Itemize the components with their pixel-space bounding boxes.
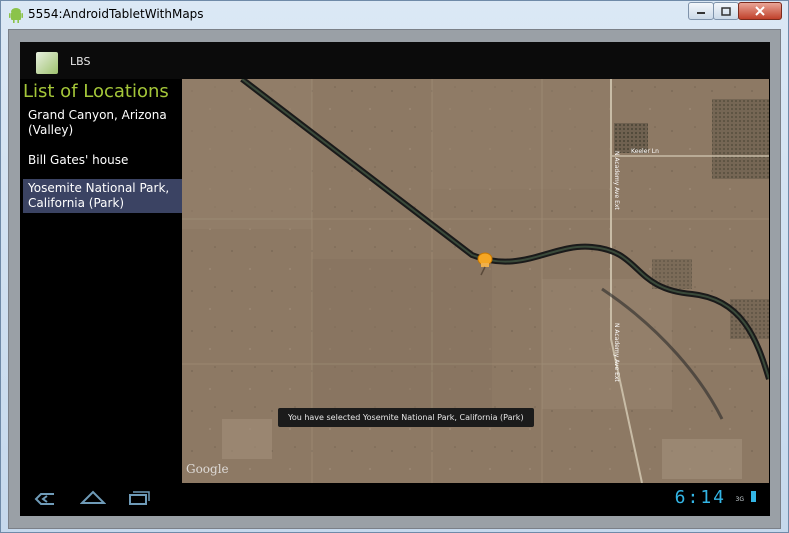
- maximize-button[interactable]: [713, 2, 739, 20]
- close-icon: [755, 6, 765, 16]
- device-screen: LBS List of Locations Grand Canyon, Ariz…: [20, 42, 770, 516]
- list-item-selected[interactable]: Yosemite National Park, California (Park…: [23, 179, 182, 213]
- toast-message: You have selected Yosemite National Park…: [278, 408, 534, 427]
- minimize-button[interactable]: [688, 2, 714, 20]
- emulator-window: 5554:AndroidTabletWithMaps LBS List of L…: [0, 0, 789, 533]
- network-indicator: 3G: [735, 496, 744, 503]
- back-icon: [34, 493, 54, 505]
- app-icon[interactable]: [36, 52, 58, 74]
- back-button[interactable]: [34, 492, 56, 506]
- google-logo: Google: [186, 462, 229, 476]
- android-icon: [9, 8, 23, 23]
- recent-apps-icon: [129, 491, 150, 505]
- list-item[interactable]: Grand Canyon, Arizona (Valley): [23, 106, 182, 140]
- status-clock: 6:14: [674, 487, 726, 508]
- device-frame: LBS List of Locations Grand Canyon, Ariz…: [8, 29, 781, 529]
- app-title: LBS: [70, 55, 91, 68]
- location-list: List of Locations Grand Canyon, Arizona …: [20, 79, 182, 482]
- list-item-label: Yosemite National Park, California (Park…: [28, 181, 170, 210]
- action-bar: LBS: [20, 42, 770, 79]
- list-item[interactable]: Bill Gates' house: [23, 151, 182, 170]
- map-view[interactable]: Keeler Ln N Academy Ave Ext N Academy Av…: [182, 79, 769, 483]
- close-button[interactable]: [738, 2, 782, 20]
- list-item-label: Grand Canyon, Arizona (Valley): [28, 108, 167, 137]
- home-button[interactable]: [80, 489, 106, 505]
- list-item-label: Bill Gates' house: [28, 153, 129, 167]
- battery-icon: [751, 491, 756, 502]
- maximize-icon: [721, 6, 731, 16]
- title-bar[interactable]: 5554:AndroidTabletWithMaps: [1, 1, 788, 29]
- road-label: N Academy Ave Ext: [613, 323, 620, 382]
- home-icon: [80, 490, 106, 504]
- road-label: Keeler Ln: [631, 148, 659, 155]
- road-label: N Academy Ave Ext: [613, 151, 620, 210]
- system-nav-bar: 6:14 3G: [20, 483, 770, 516]
- window-title: 5554:AndroidTabletWithMaps: [28, 7, 204, 21]
- minimize-icon: [697, 12, 705, 14]
- list-heading: List of Locations: [23, 81, 169, 102]
- recent-apps-button[interactable]: [128, 491, 150, 505]
